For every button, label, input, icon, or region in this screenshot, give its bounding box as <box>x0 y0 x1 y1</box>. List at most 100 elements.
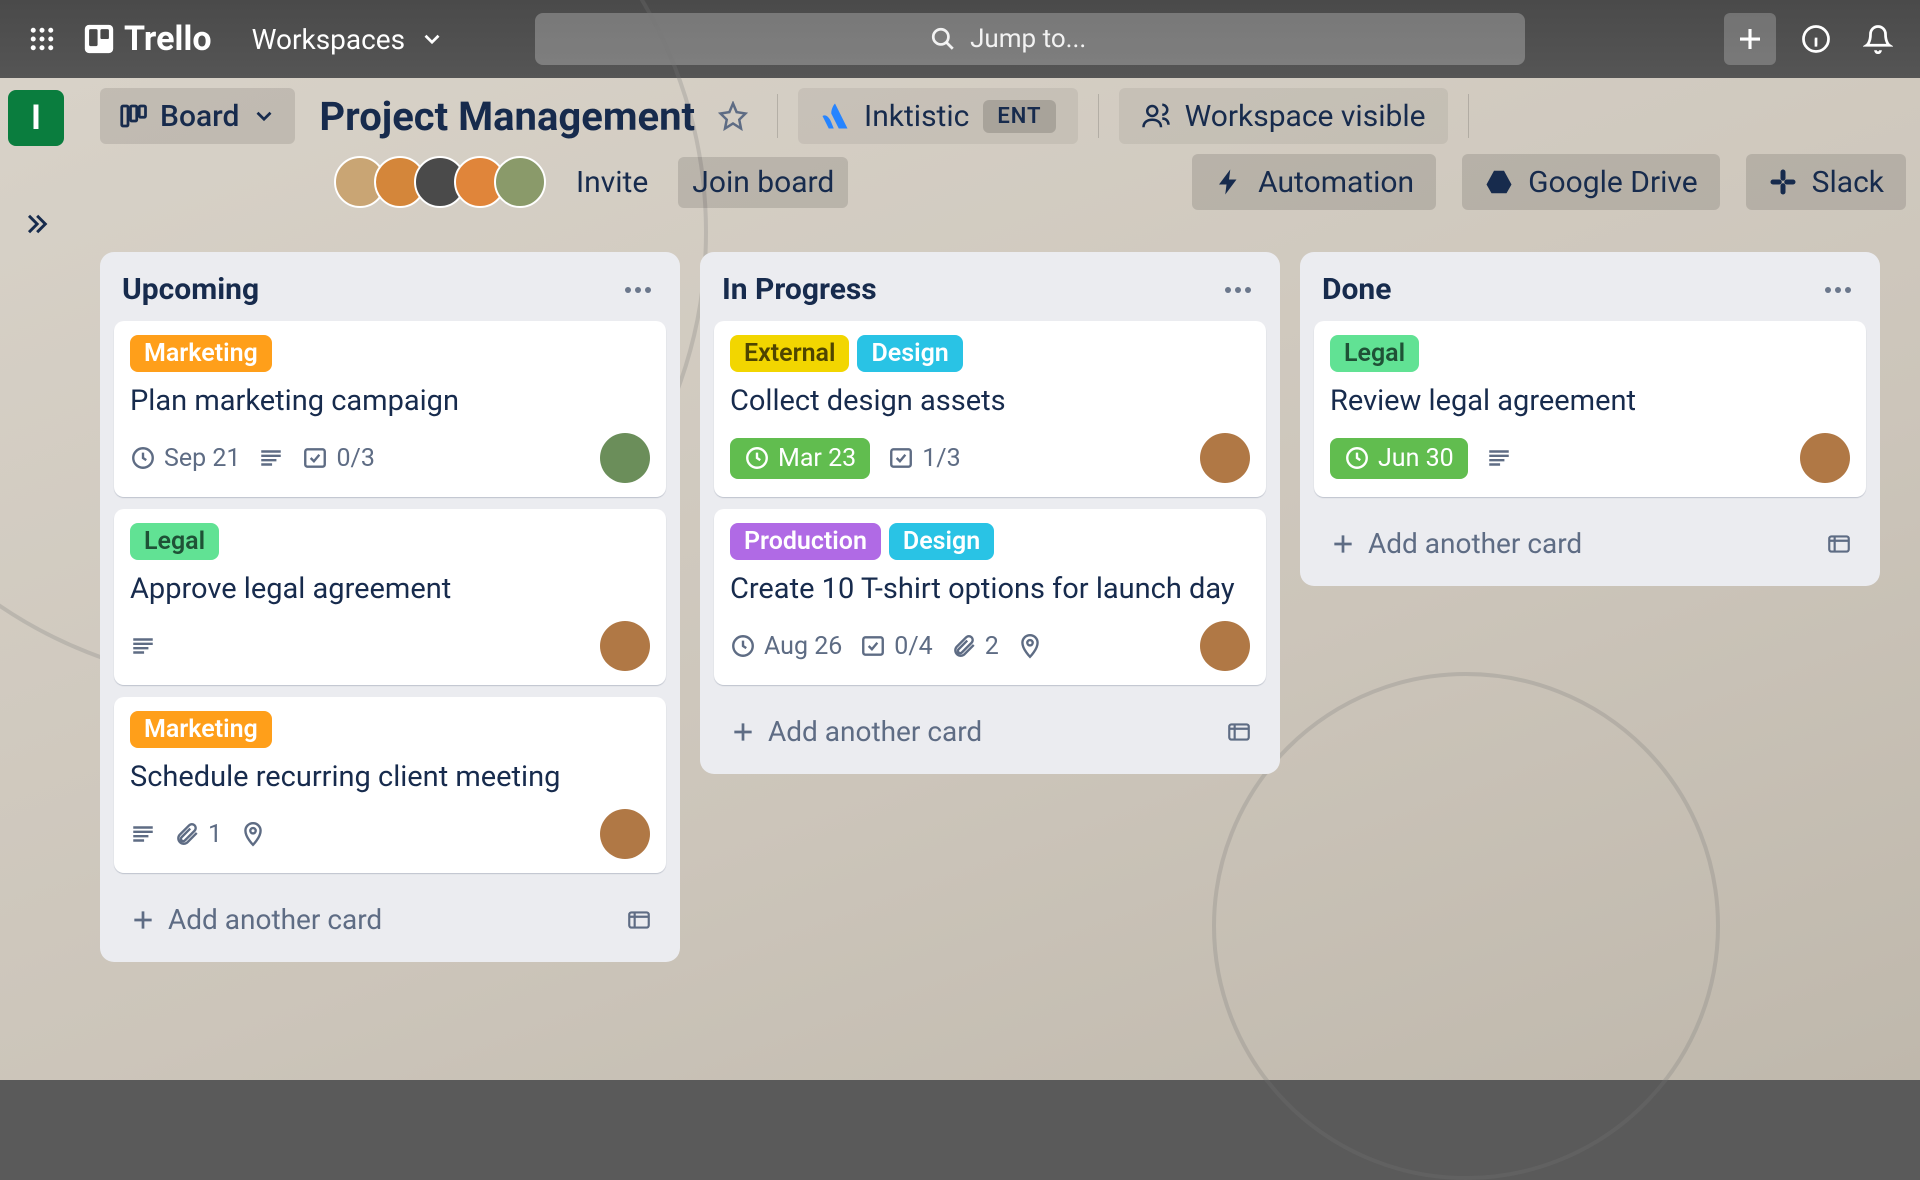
description-icon <box>130 633 156 659</box>
add-card-button[interactable]: Add another card <box>1322 519 1590 568</box>
list-footer: Add another card <box>714 697 1266 760</box>
attachment-icon <box>174 821 200 847</box>
card-title: Approve legal agreement <box>130 570 650 609</box>
list: Upcoming Marketing Plan marketing campai… <box>100 252 680 962</box>
google-drive-button[interactable]: Google Drive <box>1462 154 1720 210</box>
due-badge: Sep 21 <box>130 444 240 473</box>
search-input[interactable] <box>970 24 1130 54</box>
card[interactable]: ExternalDesign Collect design assets Mar… <box>714 321 1266 497</box>
list: In Progress ExternalDesign Collect desig… <box>700 252 1280 774</box>
template-icon <box>1826 531 1852 557</box>
card-member-avatar[interactable] <box>600 809 650 859</box>
card-labels: Legal <box>1330 335 1850 372</box>
star-board-button[interactable] <box>709 92 757 140</box>
card-badges: Mar 231/3 <box>730 433 1250 483</box>
location-badge <box>1017 633 1043 659</box>
card-member-avatar[interactable] <box>1800 433 1850 483</box>
search-bar[interactable] <box>535 13 1525 65</box>
card-badges: 1 <box>130 809 650 859</box>
more-icon <box>1224 286 1252 294</box>
org-link[interactable]: Inktistic ENT <box>798 88 1078 144</box>
card-member-avatar[interactable] <box>1200 433 1250 483</box>
card[interactable]: Legal Approve legal agreement <box>114 509 666 685</box>
card-member-avatar[interactable] <box>600 621 650 671</box>
card-template-button[interactable] <box>1220 713 1258 751</box>
workspace-badge[interactable]: I <box>8 90 64 146</box>
list-menu-button[interactable] <box>618 280 658 300</box>
notifications-button[interactable] <box>1856 17 1900 61</box>
board-icon <box>118 101 148 131</box>
card[interactable]: Marketing Plan marketing campaign Sep 21… <box>114 321 666 497</box>
visibility-button[interactable]: Workspace visible <box>1119 88 1448 144</box>
description-badge <box>130 633 156 659</box>
board-name[interactable]: Project Management <box>319 93 695 140</box>
label-legal[interactable]: Legal <box>1330 335 1419 372</box>
label-design[interactable]: Design <box>857 335 962 372</box>
label-design[interactable]: Design <box>889 523 994 560</box>
org-name: Inktistic <box>864 99 969 134</box>
card[interactable]: Legal Review legal agreement Jun 30 <box>1314 321 1866 497</box>
list-title[interactable]: Done <box>1322 272 1391 307</box>
info-button[interactable] <box>1794 17 1838 61</box>
card-title: Collect design assets <box>730 382 1250 421</box>
bell-icon <box>1863 24 1893 54</box>
card[interactable]: Marketing Schedule recurring client meet… <box>114 697 666 873</box>
list-title[interactable]: In Progress <box>722 272 877 307</box>
due-badge: Jun 30 <box>1330 438 1468 479</box>
checklist-icon <box>302 445 328 471</box>
label-production[interactable]: Production <box>730 523 881 560</box>
due-badge: Aug 26 <box>730 632 842 661</box>
clock-icon <box>130 445 156 471</box>
template-icon <box>626 907 652 933</box>
label-legal[interactable]: Legal <box>130 523 219 560</box>
add-card-button[interactable]: Add another card <box>122 895 390 944</box>
location-icon <box>240 821 266 847</box>
card-badges: Jun 30 <box>1330 433 1850 483</box>
location-icon <box>1017 633 1043 659</box>
card[interactable]: ProductionDesign Create 10 T-shirt optio… <box>714 509 1266 685</box>
atlassian-icon <box>820 101 850 131</box>
slack-button[interactable]: Slack <box>1746 154 1906 210</box>
card-member-avatar[interactable] <box>1200 621 1250 671</box>
board-view-switcher[interactable]: Board <box>100 88 295 144</box>
board-header-row-2: Invite Join board Automation Google Driv… <box>334 154 1906 210</box>
description-icon <box>1486 445 1512 471</box>
avatar[interactable] <box>494 156 546 208</box>
card-title: Schedule recurring client meeting <box>130 758 650 797</box>
slack-label: Slack <box>1812 165 1884 200</box>
list-menu-button[interactable] <box>1818 280 1858 300</box>
separator <box>1098 94 1099 138</box>
clock-icon <box>1344 445 1370 471</box>
card-member-avatar[interactable] <box>600 433 650 483</box>
invite-button[interactable]: Invite <box>562 157 662 208</box>
list-header: In Progress <box>714 266 1266 321</box>
search-icon <box>930 26 956 52</box>
list-title[interactable]: Upcoming <box>122 272 259 307</box>
list-header: Done <box>1314 266 1866 321</box>
people-icon <box>1141 101 1171 131</box>
template-icon <box>1226 719 1252 745</box>
board-header-row-1: Board Project Management Inktistic ENT W… <box>100 88 1906 144</box>
card-badges: Sep 210/3 <box>130 433 650 483</box>
label-marketing[interactable]: Marketing <box>130 335 272 372</box>
member-avatars[interactable] <box>334 156 546 208</box>
label-marketing[interactable]: Marketing <box>130 711 272 748</box>
expand-sidebar-button[interactable] <box>22 210 50 238</box>
description-badge <box>1486 445 1512 471</box>
join-board-button[interactable]: Join board <box>678 157 848 208</box>
card-template-button[interactable] <box>620 901 658 939</box>
plus-icon <box>1735 24 1765 54</box>
label-external[interactable]: External <box>730 335 849 372</box>
card-template-button[interactable] <box>1820 525 1858 563</box>
checklist-icon <box>888 445 914 471</box>
list-footer: Add another card <box>1314 509 1866 572</box>
description-badge <box>130 821 156 847</box>
chevron-double-right-icon <box>22 210 50 238</box>
more-icon <box>624 286 652 294</box>
attachment-badge: 2 <box>951 632 999 661</box>
create-button[interactable] <box>1724 13 1776 65</box>
automation-button[interactable]: Automation <box>1192 154 1436 210</box>
separator <box>777 94 778 138</box>
add-card-button[interactable]: Add another card <box>722 707 990 756</box>
list-menu-button[interactable] <box>1218 280 1258 300</box>
